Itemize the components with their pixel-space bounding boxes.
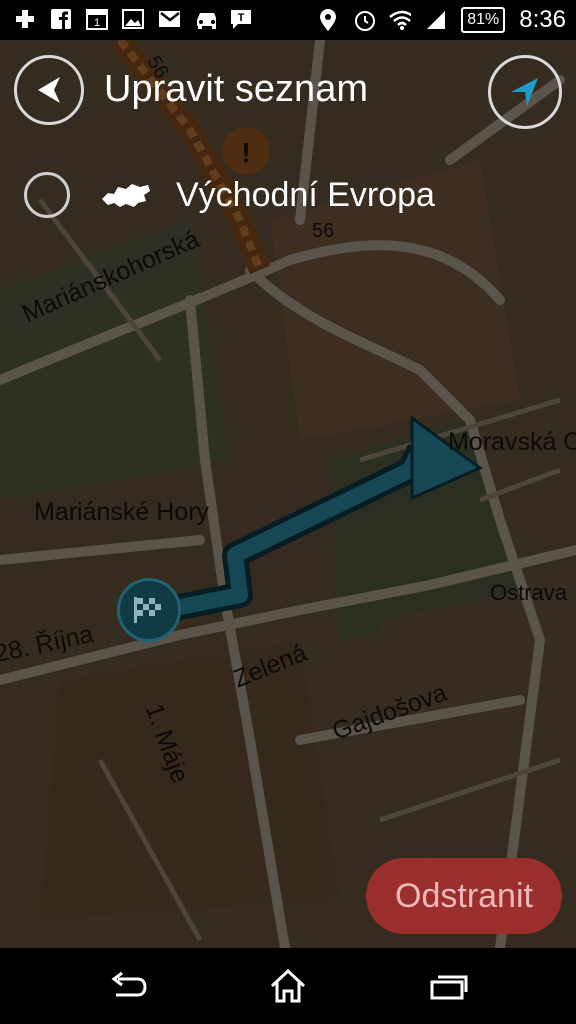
svg-text:T: T (238, 12, 245, 24)
system-status: 81% 8:36 (317, 6, 566, 34)
district-label: Mariánské Hory (34, 498, 210, 526)
location-pin-icon (317, 9, 339, 31)
start-flag-icon[interactable] (117, 578, 181, 642)
alarm-icon (353, 9, 376, 31)
calendar-icon: 1 (86, 8, 108, 30)
list-item-label: Východní Evropa (176, 175, 435, 214)
back-arrow-icon[interactable] (108, 968, 148, 1004)
clock: 8:36 (519, 6, 566, 33)
gmail-icon (158, 8, 180, 30)
signal-icon (425, 9, 447, 31)
recent-apps-icon[interactable] (428, 968, 468, 1004)
home-icon[interactable] (268, 968, 308, 1004)
europe-map-icon (102, 184, 150, 207)
car-icon (194, 8, 216, 30)
road-number: 56 (312, 220, 335, 242)
svg-text:!: ! (241, 137, 250, 168)
district-label: Ostrava (490, 580, 568, 605)
list-item[interactable]: Východní Evropa (24, 172, 435, 218)
gallery-icon (122, 8, 144, 30)
svg-text:1: 1 (94, 17, 100, 29)
navigation-button[interactable] (488, 55, 562, 129)
back-arrow-icon (38, 77, 60, 103)
navigation-arrow-icon (511, 78, 538, 106)
district-label: Moravská O (448, 428, 576, 456)
system-nav-bar (0, 948, 576, 1024)
message-icon: T (230, 8, 252, 30)
add-icon (14, 8, 36, 30)
checkbox[interactable] (24, 172, 70, 218)
page-title: Upravit seznam (104, 68, 368, 110)
battery-indicator: 81% (461, 7, 506, 33)
delete-button[interactable]: Odstranit (366, 858, 562, 934)
status-bar: 1 T 81% 8:36 (0, 0, 576, 40)
notification-icons: 1 T (14, 8, 252, 30)
back-button[interactable] (14, 55, 84, 125)
wifi-icon (389, 9, 412, 31)
facebook-icon (50, 8, 72, 30)
